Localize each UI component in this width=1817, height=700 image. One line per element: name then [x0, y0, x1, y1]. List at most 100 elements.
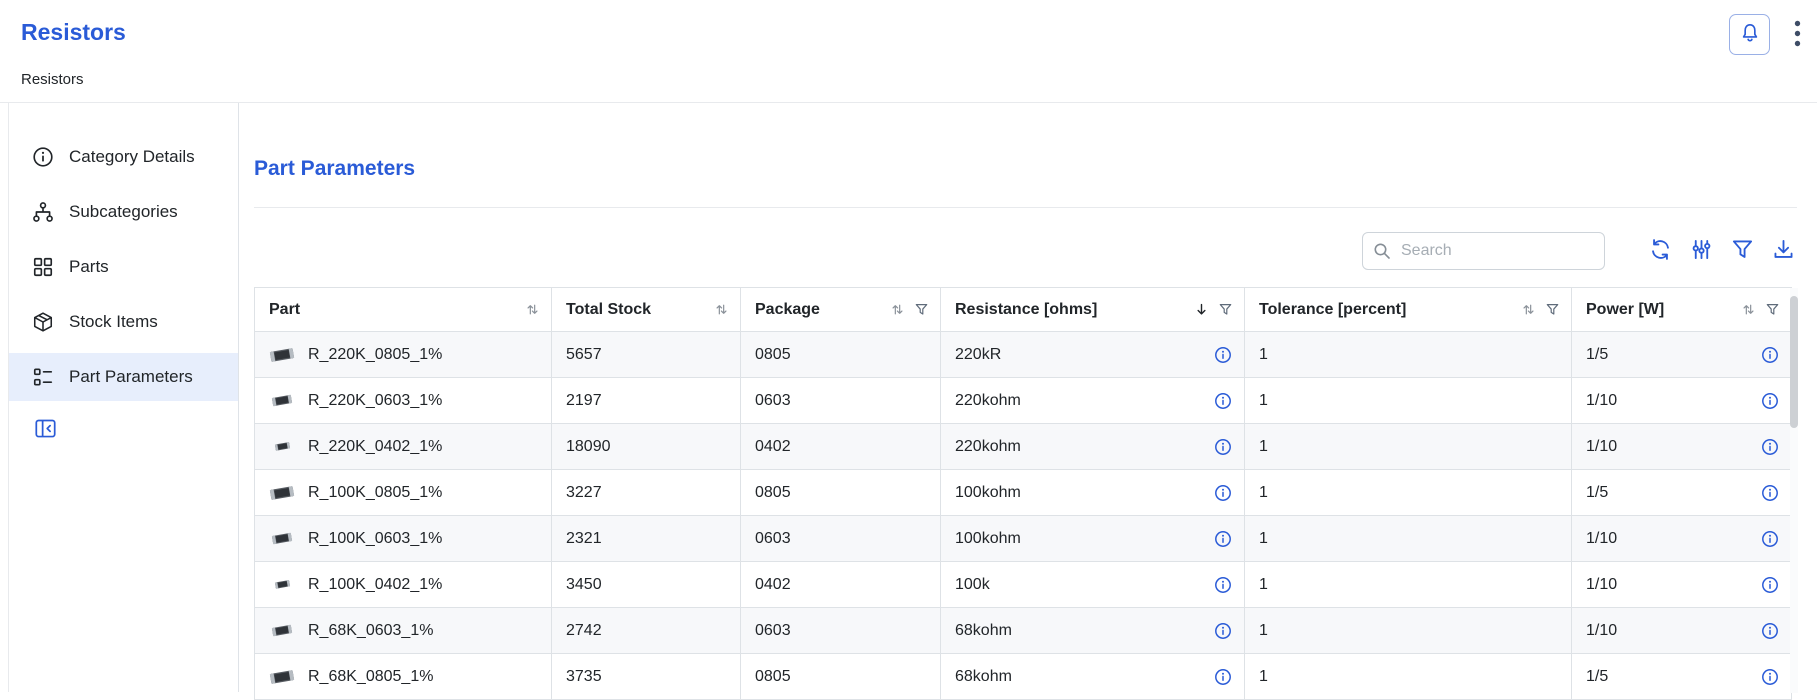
column-header-part[interactable]: Part	[255, 288, 552, 332]
tolerance-cell: 1	[1245, 470, 1572, 516]
part-cell[interactable]: R_220K_0805_1%	[255, 332, 552, 378]
info-icon[interactable]	[1214, 622, 1232, 640]
power-value: 1/5	[1586, 484, 1608, 502]
table-header-row: PartTotal StockPackageResistance [ohms] T…	[255, 288, 1792, 332]
sidebar-item-parts[interactable]: Parts	[9, 243, 238, 291]
info-icon[interactable]	[1214, 392, 1232, 410]
part-parameters-icon	[32, 366, 54, 388]
sort-icon[interactable]	[1742, 303, 1755, 316]
sidebar-item-stock-items[interactable]: Stock Items	[9, 298, 238, 346]
table-row[interactable]: R_100K_0805_1%32270805100kohm11/5	[255, 470, 1792, 516]
sidebar-item-category-details[interactable]: Category Details	[9, 133, 238, 181]
notifications-button[interactable]	[1729, 14, 1770, 55]
power-value: 1/10	[1586, 622, 1617, 640]
part-name: R_220K_0805_1%	[308, 346, 442, 364]
table-row[interactable]: R_220K_0402_1%180900402220kohm11/10	[255, 424, 1792, 470]
column-settings-button[interactable]	[1690, 238, 1713, 264]
info-icon[interactable]	[1214, 576, 1232, 594]
power-cell: 1/10	[1572, 608, 1792, 654]
scrollbar-thumb[interactable]	[1790, 296, 1798, 428]
table-row[interactable]: R_220K_0805_1%56570805220kR11/5	[255, 332, 1792, 378]
info-icon[interactable]	[1214, 530, 1232, 548]
info-icon[interactable]	[1761, 576, 1779, 594]
power-value: 1/5	[1586, 346, 1608, 364]
column-header-package[interactable]: Package	[741, 288, 941, 332]
total-stock-cell: 18090	[552, 424, 741, 470]
table-row[interactable]: R_68K_0603_1%2742060368kohm11/10	[255, 608, 1792, 654]
info-icon[interactable]	[1761, 530, 1779, 548]
resistance-value: 68kohm	[955, 622, 1012, 640]
info-icon[interactable]	[1761, 438, 1779, 456]
total-stock-cell: 2197	[552, 378, 741, 424]
table-row[interactable]: R_100K_0603_1%23210603100kohm11/10	[255, 516, 1792, 562]
info-icon[interactable]	[1214, 484, 1232, 502]
kebab-menu-button[interactable]	[1792, 18, 1803, 52]
info-icon[interactable]	[1761, 484, 1779, 502]
column-header-resistance[interactable]: Resistance [ohms]	[941, 288, 1245, 332]
part-thumbnail	[268, 346, 296, 362]
resistance-cell: 100k	[941, 562, 1245, 608]
table-scrollbar[interactable]	[1790, 288, 1798, 693]
info-icon[interactable]	[1761, 392, 1779, 410]
column-filter-icon[interactable]	[915, 303, 928, 316]
part-cell[interactable]: R_68K_0603_1%	[255, 608, 552, 654]
parts-icon	[32, 256, 54, 278]
resistance-cell: 100kohm	[941, 470, 1245, 516]
info-icon[interactable]	[1761, 622, 1779, 640]
part-cell[interactable]: R_100K_0603_1%	[255, 516, 552, 562]
part-cell[interactable]: R_100K_0402_1%	[255, 562, 552, 608]
search-icon	[1373, 242, 1391, 260]
top-header: Resistors Resistors	[0, 0, 1817, 103]
sort-icon[interactable]	[891, 303, 904, 316]
info-icon[interactable]	[1214, 346, 1232, 364]
filter-button[interactable]	[1731, 238, 1754, 264]
download-button[interactable]	[1772, 238, 1795, 264]
breadcrumb[interactable]: Resistors	[21, 71, 1817, 88]
sort-icon[interactable]	[526, 303, 539, 316]
power-value: 1/5	[1586, 668, 1608, 686]
info-icon[interactable]	[1761, 346, 1779, 364]
resistance-value: 100kohm	[955, 484, 1021, 502]
tolerance-cell: 1	[1245, 608, 1572, 654]
main-layout: Category Details Subcategories Parts Stock …	[8, 103, 1817, 692]
collapse-panel-icon	[34, 417, 57, 443]
part-cell[interactable]: R_220K_0402_1%	[255, 424, 552, 470]
parameters-table: PartTotal StockPackageResistance [ohms] T…	[254, 287, 1792, 700]
resistance-value: 100kohm	[955, 530, 1021, 548]
resistance-cell: 220kR	[941, 332, 1245, 378]
package-cell: 0805	[741, 470, 941, 516]
resistance-value: 220kohm	[955, 392, 1021, 410]
sort-icon[interactable]	[1522, 303, 1535, 316]
sort-desc-icon[interactable]	[1195, 303, 1208, 316]
tolerance-cell: 1	[1245, 332, 1572, 378]
subcategories-icon	[32, 201, 54, 223]
sidebar-item-part-parameters[interactable]: Part Parameters	[9, 353, 238, 401]
table-row[interactable]: R_220K_0603_1%21970603220kohm11/10	[255, 378, 1792, 424]
part-cell[interactable]: R_220K_0603_1%	[255, 378, 552, 424]
collapse-sidebar-button[interactable]	[34, 417, 57, 443]
search-input[interactable]	[1362, 232, 1605, 270]
resistance-value: 100k	[955, 576, 990, 594]
part-cell[interactable]: R_100K_0805_1%	[255, 470, 552, 516]
sidebar-item-subcategories[interactable]: Subcategories	[9, 188, 238, 236]
tolerance-cell: 1	[1245, 516, 1572, 562]
resistance-cell: 220kohm	[941, 424, 1245, 470]
column-label: Tolerance [percent]	[1259, 301, 1522, 319]
info-icon[interactable]	[1761, 668, 1779, 686]
info-icon[interactable]	[1214, 438, 1232, 456]
table-row[interactable]: R_100K_0402_1%34500402100k11/10	[255, 562, 1792, 608]
total-stock-cell: 2742	[552, 608, 741, 654]
power-cell: 1/10	[1572, 378, 1792, 424]
column-filter-icon[interactable]	[1766, 303, 1779, 316]
column-filter-icon[interactable]	[1546, 303, 1559, 316]
column-header-tolerance[interactable]: Tolerance [percent]	[1245, 288, 1572, 332]
column-filter-icon[interactable]	[1219, 303, 1232, 316]
tolerance-cell: 1	[1245, 378, 1572, 424]
column-header-power[interactable]: Power [W]	[1572, 288, 1792, 332]
refresh-button[interactable]	[1649, 238, 1672, 264]
info-icon[interactable]	[1214, 668, 1232, 686]
top-actions	[1729, 14, 1803, 55]
sort-icon[interactable]	[715, 303, 728, 316]
column-settings-icon	[1690, 238, 1713, 264]
column-header-total-stock[interactable]: Total Stock	[552, 288, 741, 332]
